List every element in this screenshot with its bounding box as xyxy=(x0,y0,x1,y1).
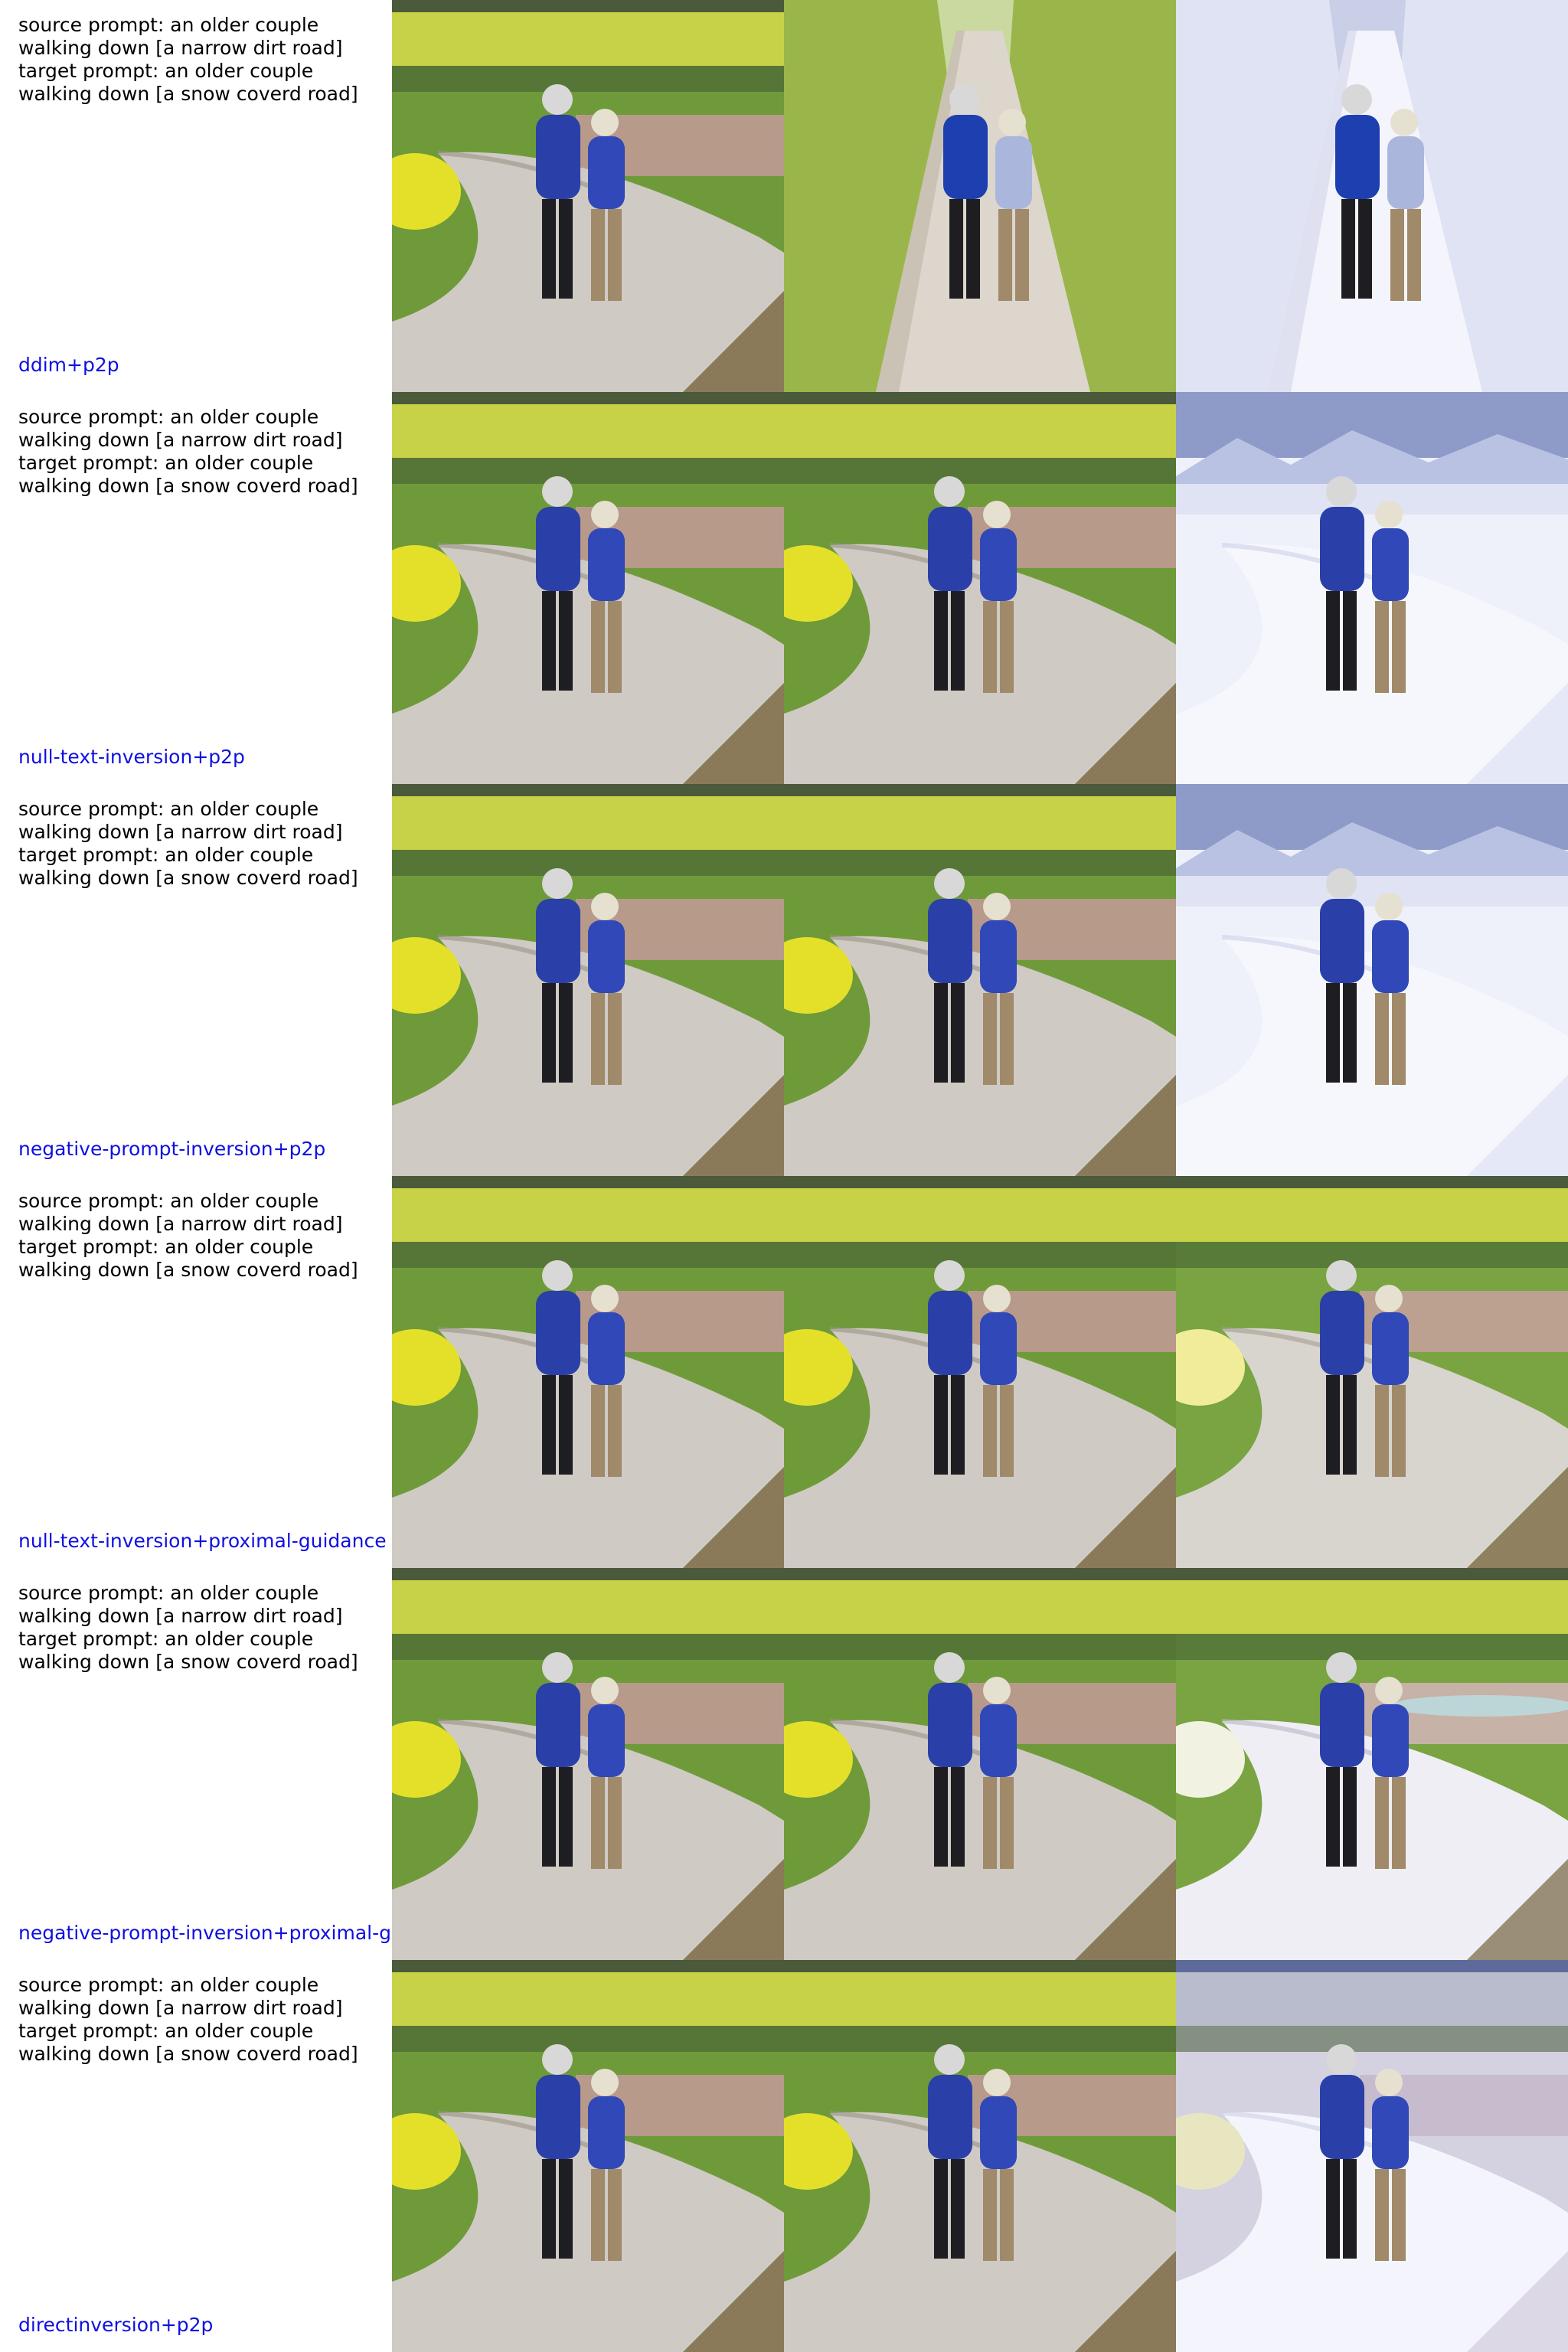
comparison-row: source prompt: an older couple walking d… xyxy=(0,392,1568,784)
row-label-panel: source prompt: an older couple walking d… xyxy=(0,1568,392,1960)
reconstruction-image xyxy=(784,1568,1176,1960)
row-label-panel: source prompt: an older couple walking d… xyxy=(0,1960,392,2352)
row-label-panel: source prompt: an older couple walking d… xyxy=(0,392,392,784)
reconstruction-image xyxy=(784,1176,1176,1568)
edit-image xyxy=(1176,784,1568,1176)
reconstruction-image xyxy=(784,392,1176,784)
row-label-panel: source prompt: an older couple walking d… xyxy=(0,1176,392,1568)
source-image xyxy=(392,1568,784,1960)
prompt-text: source prompt: an older couple walking d… xyxy=(18,1974,358,2065)
reconstruction-image xyxy=(784,1960,1176,2352)
row-label-panel: source prompt: an older couple walking d… xyxy=(0,784,392,1176)
comparison-row: source prompt: an older couple walking d… xyxy=(0,784,1568,1176)
prompt-text: source prompt: an older couple walking d… xyxy=(18,1190,358,1281)
prompt-text: source prompt: an older couple walking d… xyxy=(18,14,358,105)
source-image xyxy=(392,784,784,1176)
comparison-row: source prompt: an older couple walking d… xyxy=(0,1960,1568,2352)
comparison-row: source prompt: an older couple walking d… xyxy=(0,1176,1568,1568)
comparison-grid: source prompt: an older couple walking d… xyxy=(0,0,1568,2352)
source-image xyxy=(392,1176,784,1568)
prompt-text: source prompt: an older couple walking d… xyxy=(18,406,358,497)
reconstruction-image xyxy=(784,0,1176,392)
edit-image xyxy=(1176,1568,1568,1960)
method-label: null-text-inversion+proximal-guidance xyxy=(18,1530,387,1552)
edit-image xyxy=(1176,1176,1568,1568)
source-image xyxy=(392,0,784,392)
prompt-text: source prompt: an older couple walking d… xyxy=(18,1582,358,1673)
edit-image xyxy=(1176,392,1568,784)
method-label: directinversion+p2p xyxy=(18,2314,214,2336)
row-label-panel: source prompt: an older couple walking d… xyxy=(0,0,392,392)
source-image xyxy=(392,1960,784,2352)
method-label: negative-prompt-inversion+proximal-g xyxy=(18,1922,391,1944)
edit-image xyxy=(1176,1960,1568,2352)
prompt-text: source prompt: an older couple walking d… xyxy=(18,798,358,889)
method-label: null-text-inversion+p2p xyxy=(18,746,245,768)
comparison-row: source prompt: an older couple walking d… xyxy=(0,1568,1568,1960)
edit-image xyxy=(1176,0,1568,392)
comparison-row: source prompt: an older couple walking d… xyxy=(0,0,1568,392)
method-label: ddim+p2p xyxy=(18,354,119,376)
reconstruction-image xyxy=(784,784,1176,1176)
method-label: negative-prompt-inversion+p2p xyxy=(18,1138,326,1160)
source-image xyxy=(392,392,784,784)
